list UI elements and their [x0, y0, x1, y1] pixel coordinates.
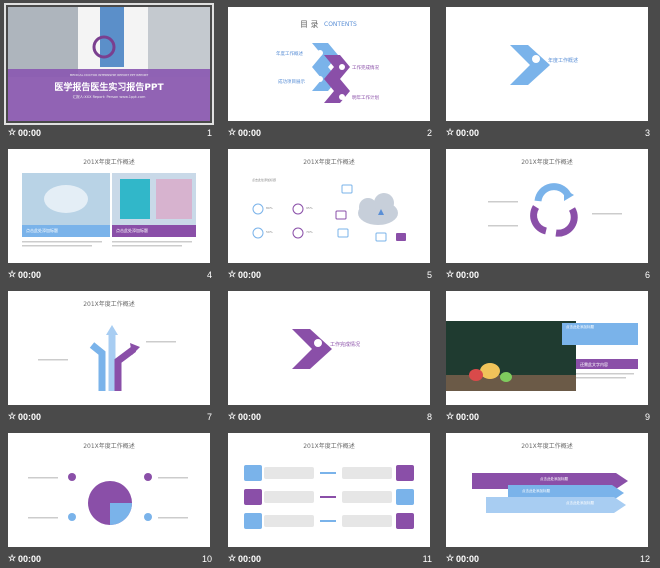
- transition-icon: ☆: [8, 127, 17, 137]
- slide-thumbnail-12[interactable]: 201X年度工作概述 点击此处添加标题 点击此处添加标题 点击此处添加标题: [446, 433, 648, 547]
- transition-icon: ☆: [446, 411, 455, 421]
- slide-6-meta: ☆ 00:00 6: [446, 268, 656, 284]
- slide-3-meta: ☆ 00:00 3: [446, 126, 656, 142]
- transition-icon: ☆: [446, 553, 455, 563]
- slide-1-time: 00:00: [18, 128, 42, 138]
- slide-4-photos: [22, 173, 196, 247]
- slide-6-number: 6: [644, 270, 650, 280]
- slide-3-number: 3: [644, 128, 650, 138]
- slide-thumbnail-3[interactable]: 年度工作概述: [446, 7, 648, 121]
- slide-2-meta: ☆ 00:00 2: [228, 126, 438, 142]
- slide-9-time: 00:00: [456, 412, 480, 422]
- slide-5-time: 00:00: [238, 270, 262, 280]
- slide-10-number: 10: [201, 554, 212, 564]
- slide-5-number: 5: [426, 270, 432, 280]
- slide-4-number: 4: [206, 270, 212, 280]
- slide-thumbnail-7[interactable]: 201X年度工作概述: [8, 291, 210, 405]
- slide-9-number: 9: [644, 412, 650, 422]
- slide-5-percent-1: 80%: [266, 206, 273, 210]
- slide-1-subtitle: MEDICAL DOCTOR INTERNSHIP REPORT PPT REP…: [69, 73, 149, 77]
- slide-1-number: 1: [206, 128, 212, 138]
- transition-icon: ☆: [8, 269, 17, 279]
- slide-2-time: 00:00: [238, 128, 262, 138]
- slide-7-number: 7: [206, 412, 212, 422]
- slide-thumbnail-1[interactable]: MEDICAL DOCTOR INTERNSHIP REPORT PPT REP…: [4, 3, 214, 125]
- slide-12-time: 00:00: [456, 554, 480, 564]
- slide-5-percent-4: 70%: [306, 230, 313, 234]
- slide-8-chevron-art: [292, 329, 332, 369]
- transition-icon: ☆: [8, 411, 17, 421]
- transition-icon: ☆: [446, 127, 455, 137]
- slide-1-meta: ☆ 00:00 1: [8, 126, 218, 142]
- slide-6-cycle-art: [488, 183, 622, 237]
- slide-8-section: 工作完成情况: [330, 342, 361, 348]
- slide-5-cloud-art: [252, 184, 406, 242]
- slide-9-box1: 点击此处添加标题: [566, 325, 594, 329]
- slide-9-meta: ☆ 00:00 9: [446, 410, 656, 426]
- slide-thumbnail-6[interactable]: 201X年度工作概述: [446, 149, 648, 263]
- slide-3-time: 00:00: [456, 128, 480, 138]
- slide-thumbnail-5[interactable]: 201X年度工作概述 点击此处添加标题 80% 95% 50% 70%: [228, 149, 430, 263]
- slide-thumbnail-11[interactable]: 201X年度工作概述: [228, 433, 430, 547]
- slide-4-box2: 点击此处添加标题: [116, 228, 148, 233]
- slide-2-number: 2: [426, 128, 432, 138]
- slide-4-meta: ☆ 00:00 4: [8, 268, 218, 284]
- slide-3-section: 年度工作概述: [548, 58, 579, 64]
- toc-item-2: 工作完成情况: [352, 66, 379, 71]
- toc-item-4: 明年工作计划: [352, 96, 379, 101]
- slide-5-percent-2: 95%: [306, 206, 313, 210]
- slide-8-time: 00:00: [238, 412, 262, 422]
- slide-12-arrow-3: 点击此处添加标题: [566, 501, 594, 505]
- slide-10-sphere-art: [28, 473, 188, 525]
- slide-thumbnail-8[interactable]: 工作完成情况: [228, 291, 430, 405]
- transition-icon: ☆: [228, 411, 237, 421]
- slide-3-chevron-art: [510, 45, 550, 85]
- toc-item-1: 年度工作概述: [276, 52, 303, 57]
- slide-10-time: 00:00: [18, 554, 42, 564]
- slide-8-number: 8: [426, 412, 432, 422]
- slide-thumbnail-10[interactable]: 201X年度工作概述: [8, 433, 210, 547]
- slide-thumbnail-4[interactable]: 201X年度工作概述 点击此处添加标题 点击此处添加标题: [8, 149, 210, 263]
- slide-thumbnail-9[interactable]: 点击此处添加标题 还需此文字内容: [446, 291, 648, 405]
- slide-7-time: 00:00: [18, 412, 42, 422]
- transition-icon: ☆: [228, 127, 237, 137]
- slide-4-time: 00:00: [18, 270, 42, 280]
- slide-9-box2: 还需此文字内容: [580, 362, 608, 367]
- slide-4-box1: 点击此处添加标题: [26, 228, 58, 233]
- transition-icon: ☆: [228, 269, 237, 279]
- slide-7-meta: ☆ 00:00 7: [8, 410, 218, 426]
- slide-thumbnail-2[interactable]: 目 录 CONTENTS 年度工作概述 工作完成情况 成功项目展示 明年工作计划: [228, 7, 430, 121]
- slide-2-art: [312, 43, 350, 103]
- slide-1-title: 医学报告医生实习报告PPT: [54, 83, 164, 93]
- slide-12-arrow-2: 点击此处添加标题: [522, 489, 550, 493]
- slide-9-lab-photo: [446, 321, 638, 391]
- slide-11-number: 11: [422, 554, 432, 564]
- slide-8-meta: ☆ 00:00 8: [228, 410, 438, 426]
- slide-12-number: 12: [639, 554, 650, 564]
- transition-icon: ☆: [228, 553, 237, 563]
- transition-icon: ☆: [446, 269, 455, 279]
- slide-7-arrows-art: [38, 325, 176, 391]
- slide-11-time: 00:00: [238, 554, 262, 564]
- slide-1-reporter: 汇报人:XXX Report: Person www.1ppt.com: [72, 95, 146, 99]
- transition-icon: ☆: [8, 553, 17, 563]
- slide-5-percent-3: 50%: [266, 230, 273, 234]
- slide-11-rows-art: [244, 465, 414, 529]
- slide-1-art: [8, 7, 210, 121]
- slide-6-time: 00:00: [456, 270, 480, 280]
- slide-12-arrow-1: 点击此处添加标题: [540, 477, 568, 481]
- slide-5-meta: ☆ 00:00 5: [228, 268, 438, 284]
- toc-item-3: 成功项目展示: [278, 80, 305, 85]
